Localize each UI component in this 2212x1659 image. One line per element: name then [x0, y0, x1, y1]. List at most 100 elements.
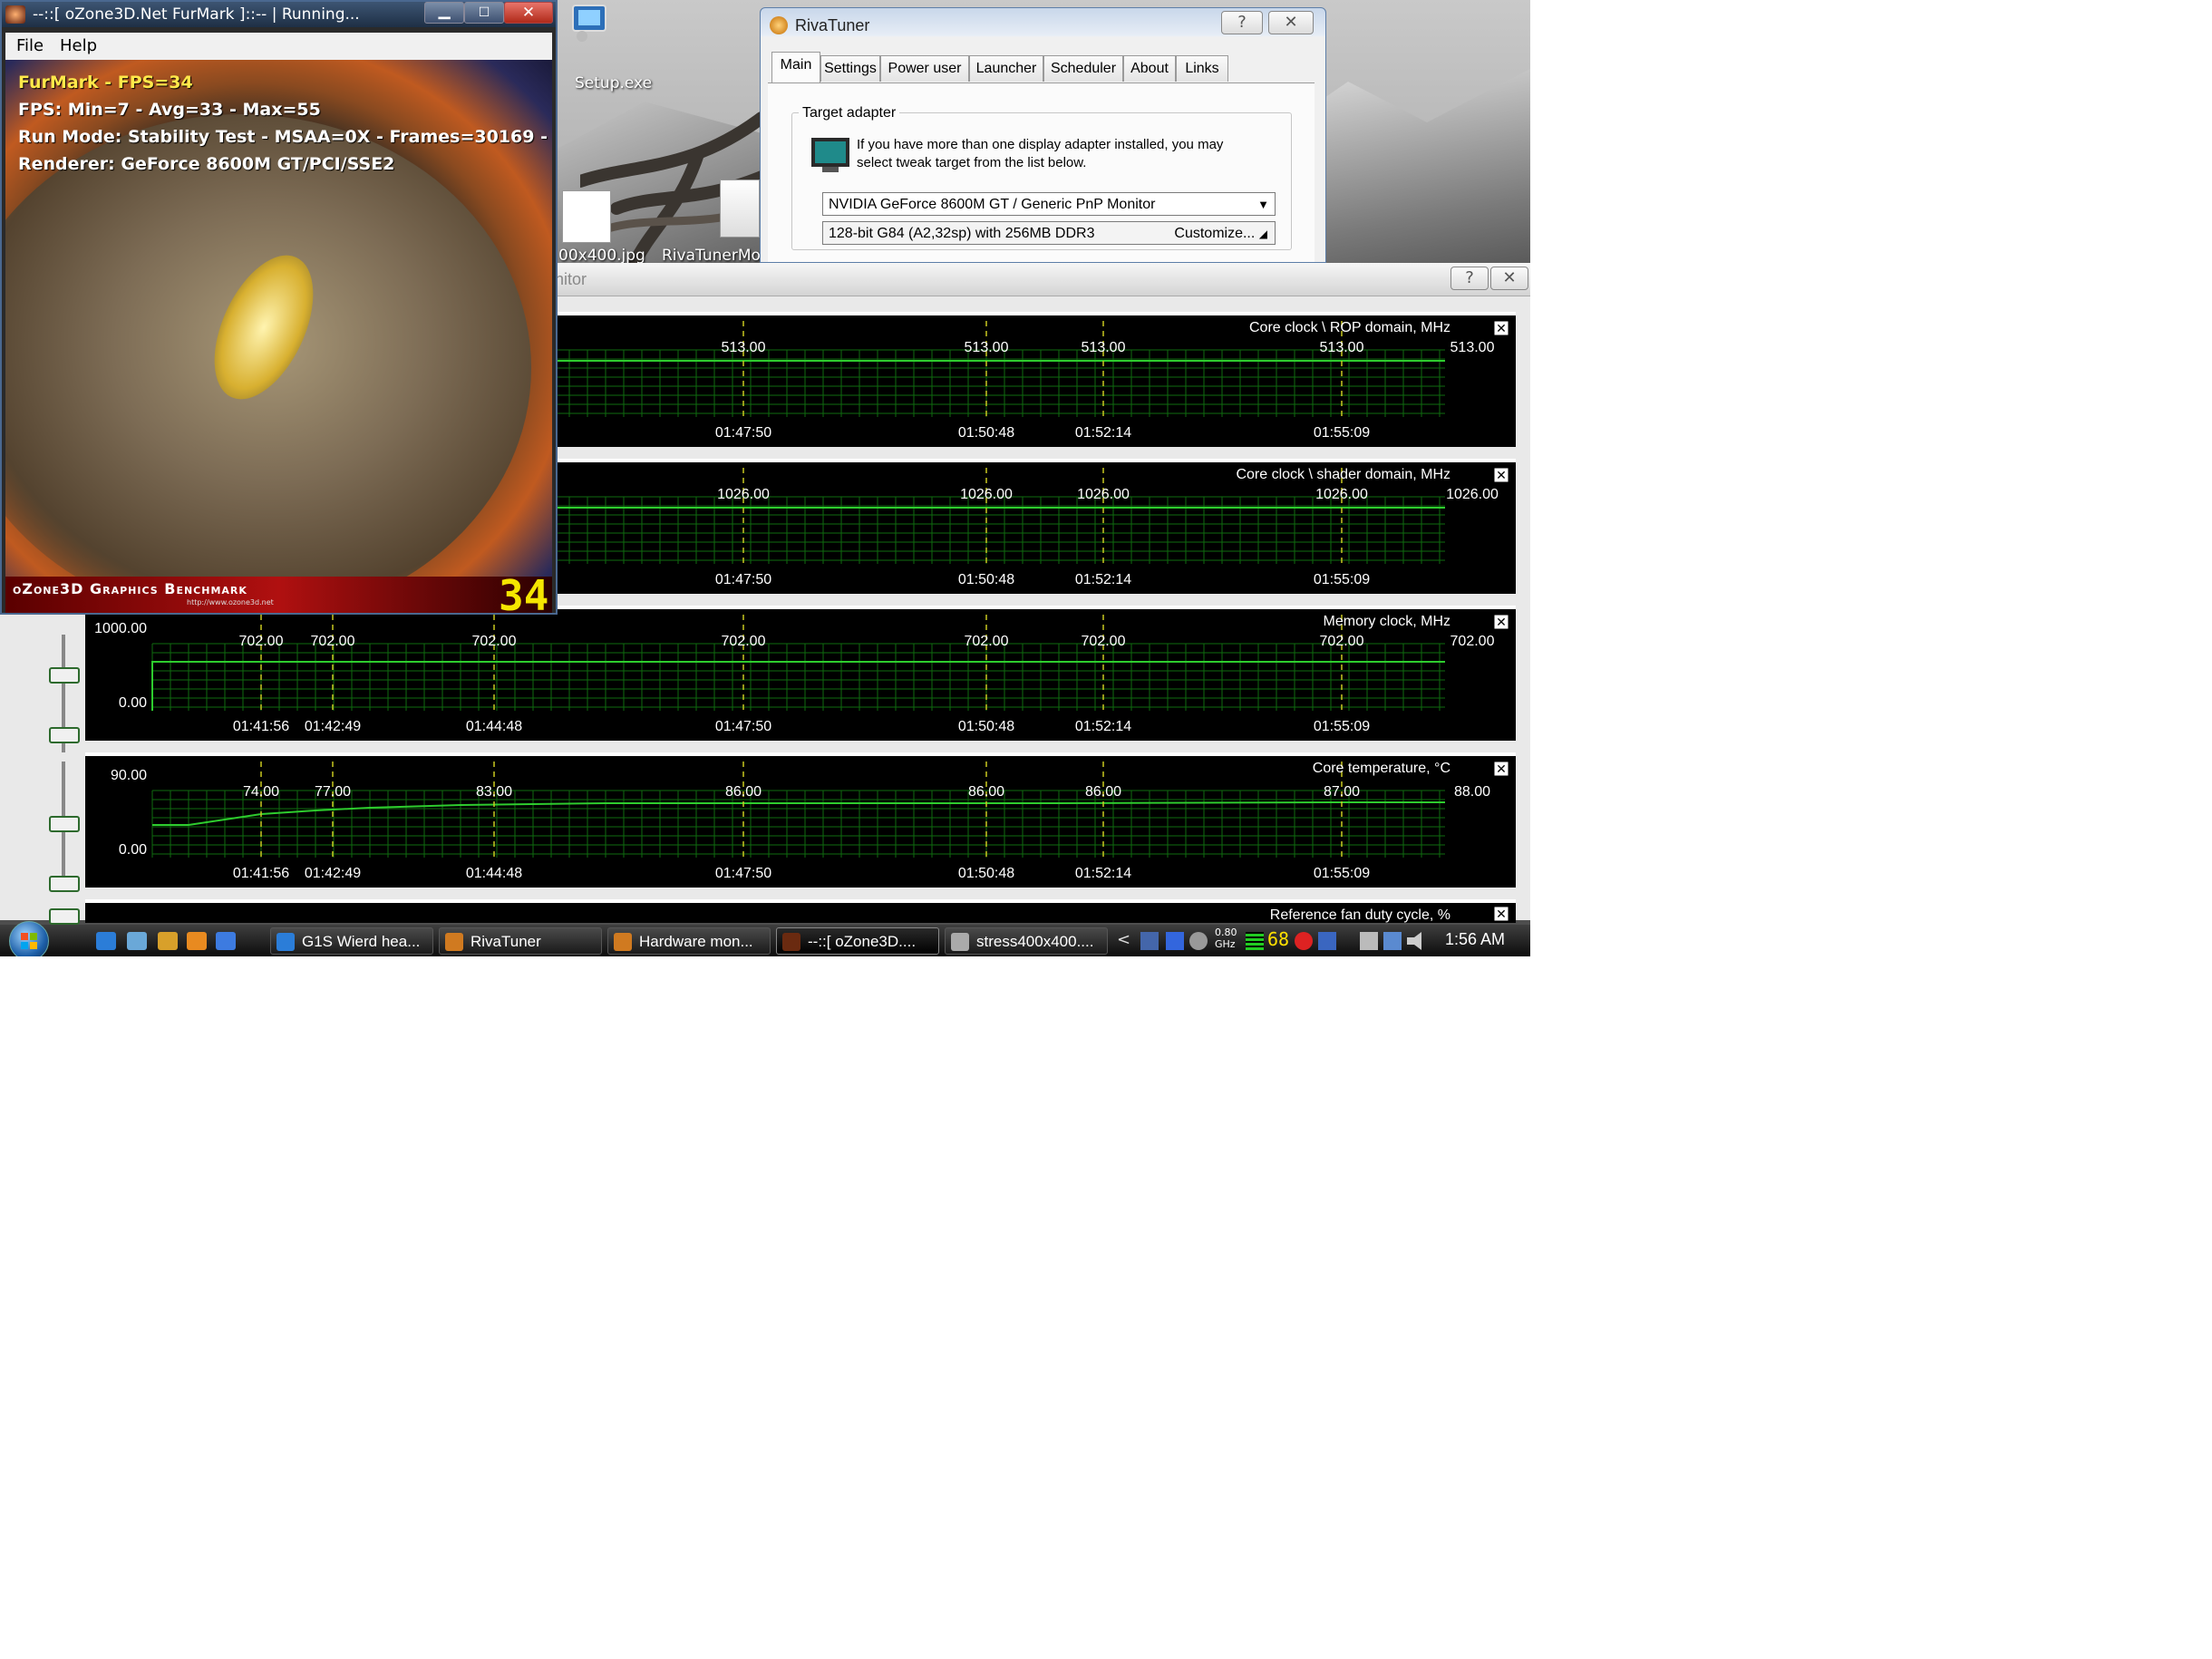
hardware-monitor-title: nitor	[555, 270, 587, 288]
outlook-icon[interactable]	[127, 932, 147, 950]
taskbar-button-2[interactable]: Hardware mon...	[607, 927, 771, 955]
taskbar-clock[interactable]: 1:56 AM	[1445, 930, 1505, 949]
taskbar-button-0[interactable]: G1S Wierd hea...	[270, 927, 433, 955]
quicklaunch-tool-icon[interactable]	[158, 932, 178, 950]
furmark-menubar: File Help	[5, 33, 552, 60]
taskbar-button-label: Hardware mon...	[639, 933, 753, 950]
temperature-slider-knob[interactable]	[49, 816, 80, 832]
memory-slider-knob-bottom[interactable]	[49, 727, 80, 743]
graph-panel-3: 74.00 01:41:56 77.00 01:42:49 83.00 01:44:48 8…	[85, 752, 1516, 888]
taskbar-button-1[interactable]: RivaTuner	[439, 927, 602, 955]
setup-exe-icon[interactable]	[569, 2, 609, 42]
tray-network-status-icon[interactable]	[1383, 932, 1402, 950]
marker-time: 01:42:49	[305, 719, 361, 734]
customize-button[interactable]: Customize... ◢	[1174, 222, 1267, 246]
minimize-button[interactable]: ▁	[424, 2, 464, 24]
rivatuner-file-label[interactable]: RivaTunerMo	[662, 247, 761, 265]
marker-value: 702.00	[1320, 634, 1364, 649]
adapter-select[interactable]: NVIDIA GeForce 8600M GT / Generic PnP Mo…	[822, 192, 1276, 216]
tab-links[interactable]: Links	[1176, 55, 1228, 82]
marker-time: 01:52:14	[1075, 866, 1131, 881]
start-button[interactable]	[9, 921, 49, 956]
tray-cpu-meter-icon[interactable]	[1246, 932, 1264, 950]
tray-bluetooth-icon[interactable]	[1318, 932, 1336, 950]
tray-cpu-clock: 0.80 GHz	[1215, 927, 1237, 950]
image-file-icon[interactable]	[562, 190, 611, 243]
taskbar: G1S Wierd hea... RivaTuner Hardware mon...…	[0, 921, 1530, 956]
show-desktop-icon[interactable]	[216, 932, 236, 950]
tab-scheduler[interactable]: Scheduler	[1043, 55, 1123, 82]
graph-title: Core clock \ ROP domain, MHz	[1249, 320, 1450, 335]
furmark-title: --::[ oZone3D.Net FurMark ]::-- | Runnin…	[33, 5, 360, 24]
marker-value: 86.00	[1085, 784, 1121, 800]
hud-run-mode: Run Mode: Stability Test - MSAA=0X - Fra…	[18, 127, 552, 147]
expand-icon: ◢	[1258, 228, 1267, 240]
tray-power-icon[interactable]	[1360, 932, 1378, 950]
tray-opera-icon[interactable]	[1295, 932, 1313, 950]
hud-fps-stats: FPS: Min=7 - Avg=33 - Max=55	[18, 100, 321, 120]
marker-value: 87.00	[1324, 784, 1360, 800]
graph-close-glyph: ✕	[1496, 762, 1507, 777]
marker-value: 513.00	[1320, 340, 1364, 355]
monitor-icon	[810, 136, 851, 174]
marker-time: 01:44:48	[466, 866, 522, 881]
marker-time: 01:55:09	[1314, 572, 1370, 587]
rivatuner-file-icon[interactable]	[720, 179, 760, 238]
marker-time: 01:52:14	[1075, 425, 1131, 441]
help-button[interactable]: ?	[1450, 267, 1489, 290]
adapter-select-value: NVIDIA GeForce 8600M GT / Generic PnP Mo…	[829, 197, 1156, 212]
close-button[interactable]: ✕	[1490, 267, 1528, 290]
marker-value: 86.00	[725, 784, 762, 800]
marker-value: 1026.00	[1315, 487, 1368, 502]
taskbar-app-icon	[782, 933, 800, 951]
taskbar-app-icon	[951, 933, 969, 951]
media-player-icon[interactable]	[187, 932, 207, 950]
tab-about[interactable]: About	[1123, 55, 1176, 82]
marker-time: 01:50:48	[958, 572, 1014, 587]
tray-monitor-icon[interactable]	[1140, 932, 1159, 950]
image-file-label[interactable]: 00x400.jpg	[558, 247, 645, 265]
furmark-titlebar[interactable]: --::[ oZone3D.Net FurMark ]::-- | Runnin…	[2, 2, 556, 27]
marker-time: 01:50:48	[958, 719, 1014, 734]
taskbar-button-4[interactable]: stress400x400....	[945, 927, 1108, 955]
hud-fps-title: FurMark - FPS=34	[18, 73, 193, 92]
marker-time: 01:50:48	[958, 866, 1014, 881]
taskbar-button-3[interactable]: --::[ oZone3D....	[776, 927, 939, 955]
temperature-slider-knob-bottom[interactable]	[49, 876, 80, 892]
furmark-footer: oZone3D Graphics Benchmark http://www.oz…	[5, 571, 552, 620]
current-value: 513.00	[1450, 340, 1495, 355]
y-axis-max: 1000.00	[94, 621, 147, 636]
marker-value: 702.00	[311, 634, 355, 649]
graph-title: Core clock \ shader domain, MHz	[1236, 467, 1450, 482]
tab-launcher[interactable]: Launcher	[969, 55, 1043, 82]
marker-value: 513.00	[722, 340, 766, 355]
fan-slider-knob[interactable]	[49, 908, 80, 925]
furmark-brand-url: http://www.ozone3d.net	[187, 598, 274, 606]
taskbar-button-label: --::[ oZone3D....	[808, 933, 917, 950]
memory-slider-knob[interactable]	[49, 667, 80, 684]
graph-panel-2: 702.00 01:41:56 702.00 01:42:49 702.00 01:44:…	[85, 606, 1516, 741]
taskbar-app-icon	[445, 933, 463, 951]
current-value: 1026.00	[1446, 487, 1499, 502]
menu-help[interactable]: Help	[60, 36, 97, 55]
graph-close-glyph: ✕	[1496, 907, 1507, 922]
rivatuner-close-button[interactable]: ✕	[1268, 11, 1314, 34]
tray-network-icon[interactable]	[1166, 932, 1184, 950]
tab-main[interactable]: Main	[771, 52, 820, 83]
marker-time: 01:50:48	[958, 425, 1014, 441]
taskbar-app-icon	[276, 933, 295, 951]
setup-exe-label[interactable]: Setup.exe	[575, 74, 652, 92]
menu-file[interactable]: File	[16, 36, 44, 55]
furmark-close-button[interactable]: ✕	[504, 2, 553, 24]
tab-power-user[interactable]: Power user	[880, 55, 969, 82]
ie-icon[interactable]	[96, 932, 116, 950]
adapter-spec-text: 128-bit G84 (A2,32sp) with 256MB DDR3	[829, 226, 1095, 241]
rivatuner-help-button[interactable]: ?	[1221, 11, 1263, 34]
volume-icon[interactable]	[1407, 932, 1421, 950]
maximize-button[interactable]: ☐	[464, 2, 504, 24]
tab-settings[interactable]: Settings	[820, 55, 880, 82]
tray-gear-icon[interactable]	[1189, 932, 1208, 950]
marker-value: 702.00	[472, 634, 517, 649]
tray-expand-icon[interactable]: <	[1117, 930, 1130, 949]
marker-time: 01:47:50	[715, 866, 771, 881]
